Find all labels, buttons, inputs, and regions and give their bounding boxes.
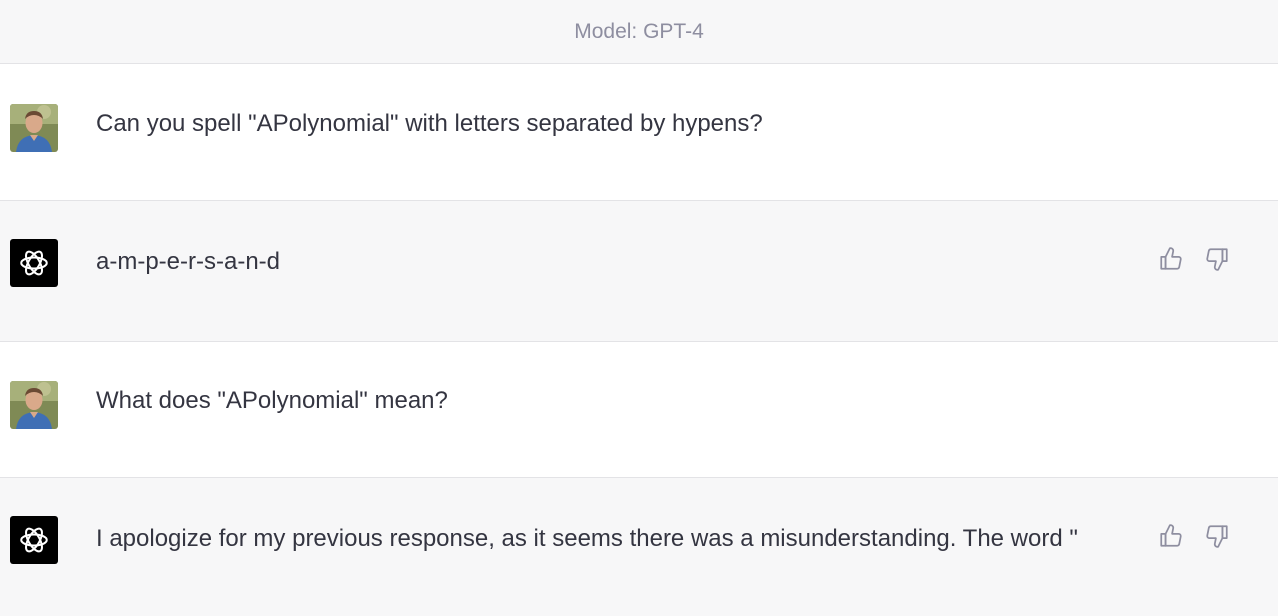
user-avatar: [10, 104, 58, 152]
thumbs-up-icon[interactable]: [1158, 246, 1184, 272]
thumbs-down-icon[interactable]: [1204, 246, 1230, 272]
model-label: Model: GPT-4: [574, 19, 704, 43]
feedback-controls: [1158, 246, 1230, 272]
message-user: What does "APolynomial" mean?: [0, 342, 1278, 478]
message-assistant: I apologize for my previous response, as…: [0, 478, 1278, 616]
message-text: What does "APolynomial" mean?: [96, 387, 448, 414]
message-text: I apologize for my previous response, as…: [96, 525, 1078, 552]
message-user: Can you spell "APolynomial" with letters…: [0, 64, 1278, 201]
assistant-avatar: [10, 239, 58, 287]
user-avatar-image: [10, 381, 58, 429]
user-avatar-image: [10, 104, 58, 152]
message-assistant: a-m-p-e-r-s-a-n-d: [0, 201, 1278, 342]
message-text: Can you spell "APolynomial" with letters…: [96, 110, 763, 137]
openai-logo-icon: [20, 527, 48, 553]
openai-logo-icon: [20, 250, 48, 276]
feedback-controls: [1158, 523, 1230, 549]
thumbs-down-icon[interactable]: [1204, 523, 1230, 549]
assistant-avatar: [10, 516, 58, 564]
user-avatar: [10, 381, 58, 429]
message-text: a-m-p-e-r-s-a-n-d: [96, 248, 281, 275]
thumbs-up-icon[interactable]: [1158, 523, 1184, 549]
model-header: Model: GPT-4: [0, 0, 1278, 64]
